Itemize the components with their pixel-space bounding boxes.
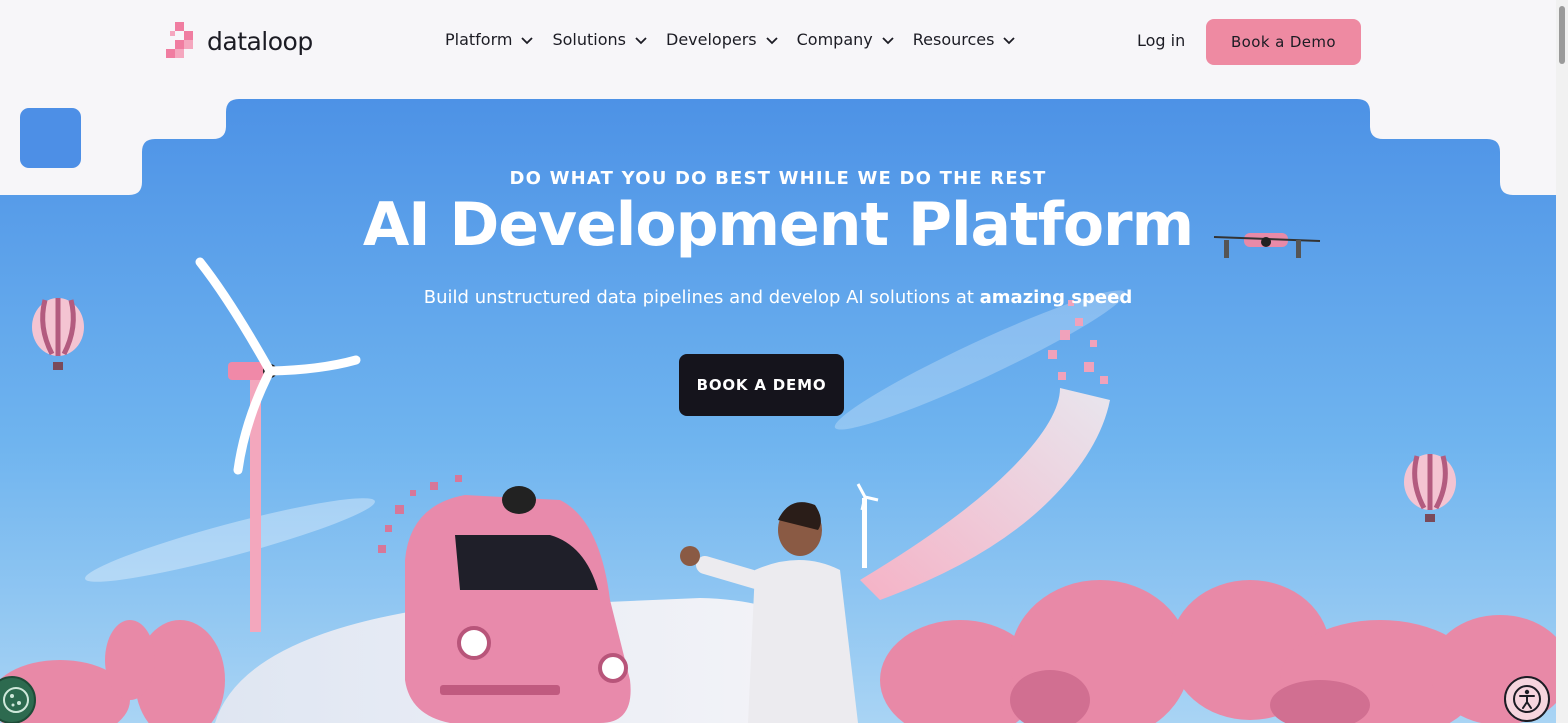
logo[interactable]: dataloop bbox=[165, 20, 313, 62]
nav-label: Platform bbox=[445, 30, 513, 49]
hero-title: AI Development Platform bbox=[362, 190, 1194, 260]
dataloop-logo-icon bbox=[166, 22, 193, 58]
chevron-down-icon bbox=[635, 36, 647, 44]
nav-label: Solutions bbox=[552, 30, 626, 49]
hero-subtitle-text: Build unstructured data pipelines and de… bbox=[423, 287, 980, 308]
chevron-down-icon bbox=[521, 36, 534, 44]
nav-label: Developers bbox=[666, 30, 757, 49]
hero-subtitle: Build unstructured data pipelines and de… bbox=[0, 287, 1556, 308]
page-scrollbar[interactable] bbox=[1556, 0, 1568, 723]
floating-square-icon bbox=[20, 108, 81, 168]
nav-company[interactable]: Company bbox=[797, 30, 895, 49]
hero-eyebrow: DO WHAT YOU DO BEST WHILE WE DO THE REST bbox=[509, 168, 1047, 189]
nav-resources[interactable]: Resources bbox=[913, 30, 1017, 49]
site-header: dataloop Platform Solutions Developers C… bbox=[0, 0, 1556, 82]
book-demo-button[interactable]: Book a Demo bbox=[1206, 19, 1361, 65]
nav-platform[interactable]: Platform bbox=[445, 30, 534, 49]
page: dataloop Platform Solutions Developers C… bbox=[0, 0, 1568, 723]
hero-subtitle-emphasis: amazing speed bbox=[979, 287, 1133, 308]
chevron-down-icon bbox=[765, 36, 778, 44]
chevron-down-icon bbox=[1003, 36, 1016, 44]
nav-developers[interactable]: Developers bbox=[666, 30, 779, 49]
accessibility-button[interactable] bbox=[1504, 676, 1550, 722]
cookie-settings-button[interactable] bbox=[0, 676, 36, 723]
main-nav: Platform Solutions Developers Company Re… bbox=[445, 30, 1016, 49]
login-link[interactable]: Log in bbox=[1137, 31, 1185, 50]
accessibility-icon bbox=[1513, 685, 1541, 713]
brand-name: dataloop bbox=[207, 26, 313, 56]
scrollbar-thumb[interactable] bbox=[1559, 6, 1565, 64]
nav-label: Company bbox=[796, 30, 873, 49]
hero-book-demo-button[interactable]: BOOK A DEMO bbox=[679, 354, 844, 416]
nav-solutions[interactable]: Solutions bbox=[552, 30, 648, 49]
chevron-down-icon bbox=[882, 36, 894, 44]
cookie-icon bbox=[3, 687, 29, 713]
nav-label: Resources bbox=[912, 30, 995, 49]
